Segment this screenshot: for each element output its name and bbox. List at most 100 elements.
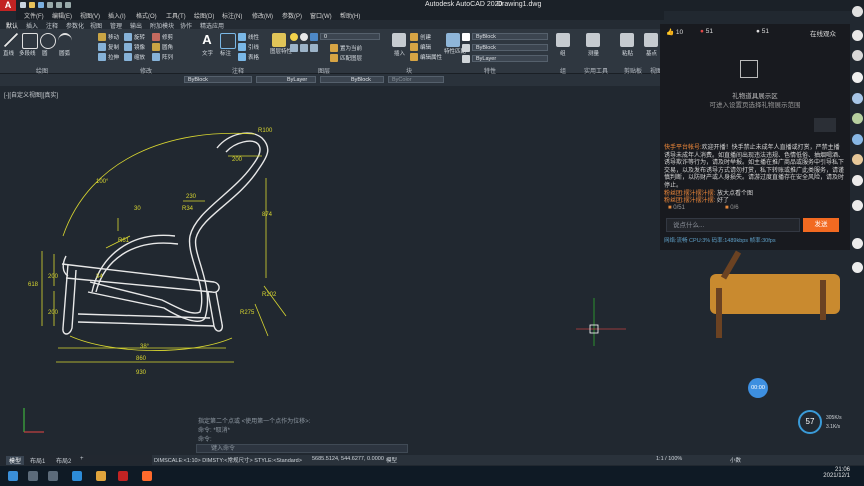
send-button[interactable]: 发送: [803, 218, 839, 232]
edge-icon[interactable]: [72, 471, 82, 481]
dimension-tool-icon[interactable]: [220, 33, 236, 49]
online-viewers-link[interactable]: 在线观众: [810, 28, 836, 38]
array-icon[interactable]: [152, 53, 160, 61]
avatar[interactable]: [852, 113, 863, 124]
scale-button[interactable]: 缩放: [134, 53, 145, 61]
menu-dimension[interactable]: 标注(N): [222, 11, 242, 20]
avatar[interactable]: [852, 93, 863, 104]
match-layer-button[interactable]: 匹配图层: [340, 54, 362, 62]
plot-style-control[interactable]: ByColor: [388, 76, 444, 83]
measure-icon[interactable]: [586, 33, 600, 47]
line-tool-icon[interactable]: [4, 33, 18, 47]
quick-access-toolbar[interactable]: [20, 2, 80, 9]
move-icon[interactable]: [98, 33, 106, 41]
tab-layout2[interactable]: 布局2: [56, 456, 71, 465]
group-icon[interactable]: [556, 33, 570, 47]
drawing-canvas[interactable]: 100° 200 R100 874 618 200 200 860 930 38…: [0, 86, 660, 454]
table-button[interactable]: 表格: [248, 53, 259, 61]
sun-icon[interactable]: [300, 33, 308, 41]
layer-tool-icon[interactable]: [300, 44, 308, 52]
match-properties-icon[interactable]: [446, 33, 460, 47]
array-button[interactable]: 阵列: [162, 53, 173, 61]
lineweight-dropdown[interactable]: ByLayer: [472, 55, 548, 62]
lock-icon[interactable]: [310, 33, 318, 41]
menu-view[interactable]: 视图(V): [80, 11, 100, 20]
linetype-dropdown[interactable]: ByBlock: [472, 44, 548, 51]
create-block-icon[interactable]: [410, 33, 418, 41]
status-model[interactable]: 模型: [386, 456, 397, 464]
tab-model[interactable]: 模型: [6, 456, 25, 465]
polyline-button[interactable]: 多段线: [19, 49, 36, 57]
copy-icon[interactable]: [98, 43, 106, 51]
table-icon[interactable]: [238, 53, 246, 61]
folder-icon[interactable]: [96, 471, 106, 481]
make-current-button[interactable]: 置为当前: [340, 44, 362, 52]
avatar[interactable]: [852, 238, 863, 249]
edit-block-icon[interactable]: [410, 43, 418, 51]
edit-attribute-button[interactable]: 编辑属性: [420, 53, 442, 61]
copy-button[interactable]: 复制: [108, 43, 119, 51]
menu-draw[interactable]: 绘图(D): [194, 11, 214, 20]
arc-tool-icon[interactable]: [58, 33, 72, 49]
avatar[interactable]: [852, 154, 863, 165]
match-layer-icon[interactable]: [330, 54, 338, 62]
bulb-icon[interactable]: [290, 33, 298, 41]
base-point-icon[interactable]: [644, 33, 658, 47]
layer-properties-icon[interactable]: [272, 33, 286, 47]
make-current-icon[interactable]: [330, 44, 338, 52]
color-control[interactable]: ByBlock: [184, 76, 252, 83]
start-icon[interactable]: [8, 471, 18, 481]
search-icon[interactable]: [28, 471, 38, 481]
linetype-icon[interactable]: [462, 44, 470, 52]
layer-tool-icon[interactable]: [310, 44, 318, 52]
layer-properties-button[interactable]: 图层特性: [270, 49, 292, 55]
task-view-icon[interactable]: [48, 471, 58, 481]
text-button[interactable]: 文字: [202, 49, 213, 57]
avatar[interactable]: [852, 134, 863, 145]
menu-parameter[interactable]: 参数(P): [282, 11, 302, 20]
kuaishou-taskbar-icon[interactable]: [142, 471, 152, 481]
linear-button[interactable]: 线性: [248, 33, 259, 41]
base-button[interactable]: 基点: [646, 49, 657, 57]
stream-timer[interactable]: 00:00: [748, 378, 768, 398]
rotate-button[interactable]: 旋转: [134, 33, 145, 41]
panel-toggle-button[interactable]: [814, 118, 836, 132]
avatar[interactable]: [852, 30, 863, 41]
leader-icon[interactable]: [238, 43, 246, 51]
autocad-taskbar-icon[interactable]: [118, 471, 128, 481]
line-button[interactable]: 直线: [3, 49, 14, 57]
trim-icon[interactable]: [152, 33, 160, 41]
avatar[interactable]: [852, 6, 863, 17]
layer-dropdown[interactable]: 0: [320, 33, 380, 40]
menu-window[interactable]: 窗口(W): [310, 11, 332, 20]
menu-tools[interactable]: 工具(T): [166, 11, 186, 20]
autocad-logo[interactable]: A: [0, 0, 16, 11]
text-tool-icon[interactable]: A: [200, 33, 214, 47]
open-file-icon[interactable]: [29, 2, 35, 8]
leader-button[interactable]: 引线: [248, 43, 259, 51]
menu-help[interactable]: 帮助(H): [340, 11, 360, 20]
lineweight-control[interactable]: ByBlock: [320, 76, 384, 83]
print-icon[interactable]: [47, 2, 53, 8]
menu-format[interactable]: 格式(O): [136, 11, 157, 20]
avatar[interactable]: [852, 175, 863, 186]
paste-icon[interactable]: [620, 33, 634, 47]
avatar[interactable]: [852, 50, 863, 61]
linear-icon[interactable]: [238, 33, 246, 41]
undo-icon[interactable]: [56, 2, 62, 8]
trim-button[interactable]: 修剪: [162, 33, 173, 41]
avatar[interactable]: [852, 262, 863, 273]
polyline-tool-icon[interactable]: [22, 33, 38, 49]
layer-tool-icon[interactable]: [290, 44, 298, 52]
move-button[interactable]: 移动: [108, 33, 119, 41]
mirror-icon[interactable]: [124, 43, 132, 51]
paste-button[interactable]: 粘贴: [622, 49, 633, 57]
color-dropdown[interactable]: ByBlock: [472, 33, 548, 40]
tab-layout1[interactable]: 布局1: [30, 456, 45, 465]
status-scale[interactable]: 1:1 / 100%: [656, 456, 682, 462]
stretch-button[interactable]: 拉伸: [108, 53, 119, 61]
lineweight-icon[interactable]: [462, 55, 470, 63]
avatar[interactable]: [852, 72, 863, 83]
fillet-button[interactable]: 圆角: [162, 43, 173, 51]
status-units[interactable]: 小数: [730, 456, 741, 464]
